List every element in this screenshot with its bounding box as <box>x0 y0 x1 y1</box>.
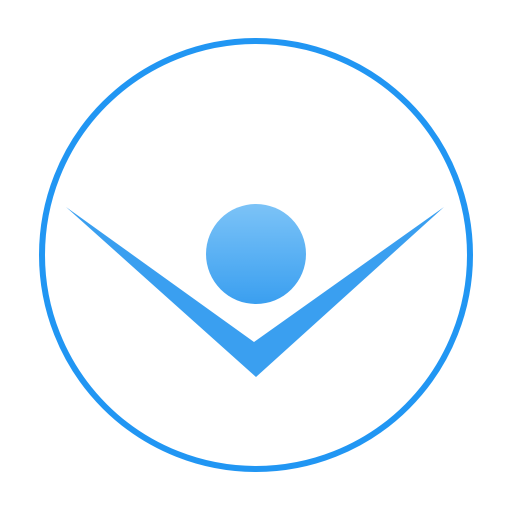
app-icon-canvas <box>0 0 512 512</box>
person-head-circle <box>206 204 306 304</box>
person-checkmark-logo-icon <box>39 38 473 472</box>
